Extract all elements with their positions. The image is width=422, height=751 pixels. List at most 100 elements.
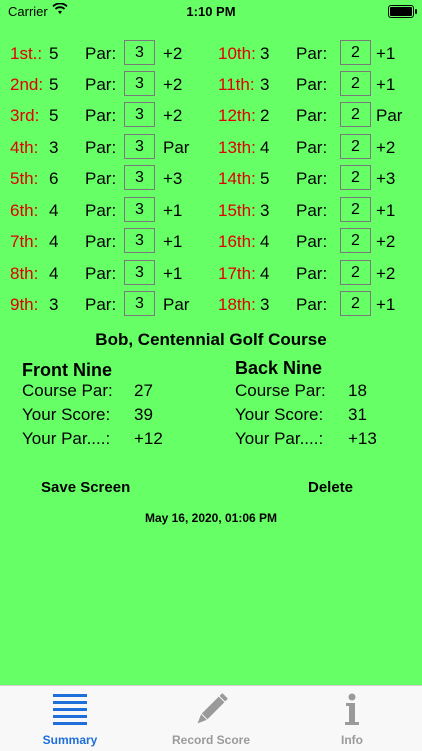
hole-par-label: Par: bbox=[85, 169, 117, 188]
back-par-value: +13 bbox=[348, 429, 377, 448]
hole-row: 1st.: 5 Par: 3 +2 bbox=[10, 40, 210, 66]
back-nine-summary: Back Nine Course Par: 18 Your Score: 31 … bbox=[235, 358, 415, 448]
back-score-label: Your Score: bbox=[235, 405, 324, 424]
hole-number: 12th: bbox=[218, 106, 256, 125]
hole-score: 5 bbox=[260, 169, 270, 188]
front-course-par-label: Course Par: bbox=[22, 381, 113, 400]
hole-score: 2 bbox=[260, 106, 270, 125]
hole-par-field[interactable]: 3 bbox=[124, 228, 155, 253]
hole-number: 7th: bbox=[10, 232, 39, 251]
hole-over-par: Par bbox=[376, 106, 403, 125]
hole-par-field[interactable]: 2 bbox=[340, 165, 371, 190]
hole-number: 17th: bbox=[218, 264, 256, 283]
hole-par-label: Par: bbox=[85, 44, 117, 63]
hole-par-label: Par: bbox=[296, 44, 328, 63]
battery-icon bbox=[388, 5, 417, 18]
back-course-par-label: Course Par: bbox=[235, 381, 326, 400]
back-course-par-value: 18 bbox=[348, 381, 367, 400]
back-score-value: 31 bbox=[348, 405, 367, 424]
tab-info[interactable]: Info bbox=[282, 686, 422, 751]
hole-par-field[interactable]: 2 bbox=[340, 228, 371, 253]
hole-par-field[interactable]: 2 bbox=[340, 40, 371, 65]
hole-par-field[interactable]: 2 bbox=[340, 260, 371, 285]
hole-par-field[interactable]: 3 bbox=[124, 165, 155, 190]
hole-over-par: +2 bbox=[376, 264, 396, 283]
hole-par-field[interactable]: 2 bbox=[340, 134, 371, 159]
hole-par-field[interactable]: 2 bbox=[340, 102, 371, 127]
hole-par-label: Par: bbox=[296, 264, 328, 283]
hole-score: 3 bbox=[260, 44, 270, 63]
hole-over-par: Par bbox=[163, 138, 190, 157]
hole-over-par: +3 bbox=[163, 169, 183, 188]
hole-row: 15th: 3 Par: 2 +1 bbox=[218, 197, 418, 223]
hole-number: 10th: bbox=[218, 44, 256, 63]
hole-score: 3 bbox=[260, 295, 270, 314]
timestamp: May 16, 2020, 01:06 PM bbox=[144, 511, 278, 525]
hole-par-label: Par: bbox=[296, 75, 328, 94]
hole-over-par: Par bbox=[163, 295, 190, 314]
hole-number: 8th: bbox=[10, 264, 39, 283]
hole-score: 4 bbox=[260, 138, 270, 157]
hole-score: 4 bbox=[49, 264, 59, 283]
pencil-icon bbox=[197, 693, 228, 724]
front-par-label: Your Par....: bbox=[22, 429, 111, 448]
tab-record-score-label: Record Score bbox=[171, 733, 251, 747]
front-score-value: 39 bbox=[134, 405, 153, 424]
hole-over-par: +2 bbox=[376, 232, 396, 251]
front-score-label: Your Score: bbox=[22, 405, 111, 424]
front-nine-heading: Front Nine bbox=[22, 360, 112, 380]
hole-par-field[interactable]: 2 bbox=[340, 71, 371, 96]
hole-number: 15th: bbox=[218, 201, 256, 220]
hole-score: 3 bbox=[49, 295, 59, 314]
hole-par-label: Par: bbox=[85, 138, 117, 157]
delete-button[interactable]: Delete bbox=[308, 479, 353, 496]
hole-par-field[interactable]: 3 bbox=[124, 40, 155, 65]
hole-par-field[interactable]: 2 bbox=[340, 197, 371, 222]
status-time: 1:10 PM bbox=[186, 4, 236, 19]
hole-score: 5 bbox=[49, 44, 59, 63]
front-course-par-value: 27 bbox=[134, 381, 153, 400]
hole-par-label: Par: bbox=[296, 232, 328, 251]
hole-par-label: Par: bbox=[85, 295, 117, 314]
hole-score: 4 bbox=[49, 232, 59, 251]
tab-summary-label: Summary bbox=[42, 733, 98, 747]
hole-row: 3rd: 5 Par: 3 +2 bbox=[10, 102, 210, 128]
hole-par-field[interactable]: 3 bbox=[124, 71, 155, 96]
hole-row: 5th: 6 Par: 3 +3 bbox=[10, 165, 210, 191]
hole-number: 5th: bbox=[10, 169, 39, 188]
save-screen-button[interactable]: Save Screen bbox=[41, 479, 130, 496]
back-par-label: Your Par....: bbox=[235, 429, 324, 448]
back-nine-heading: Back Nine bbox=[235, 358, 323, 378]
hole-par-label: Par: bbox=[85, 232, 117, 251]
hole-row: 10th: 3 Par: 2 +1 bbox=[218, 40, 418, 66]
hole-score: 3 bbox=[260, 75, 270, 94]
hole-over-par: +2 bbox=[163, 106, 183, 125]
hole-par-field[interactable]: 3 bbox=[124, 291, 155, 316]
hole-par-field[interactable]: 3 bbox=[124, 102, 155, 127]
hole-row: 11th: 3 Par: 2 +1 bbox=[218, 71, 418, 97]
hole-par-field[interactable]: 3 bbox=[124, 134, 155, 159]
hole-par-field[interactable]: 3 bbox=[124, 197, 155, 222]
hole-score: 5 bbox=[49, 106, 59, 125]
hole-over-par: +2 bbox=[163, 75, 183, 94]
tab-bar: Summary Record Score Info bbox=[0, 685, 422, 751]
hole-number: 1st.: bbox=[10, 44, 43, 63]
hole-over-par: +1 bbox=[163, 232, 183, 251]
hole-score: 6 bbox=[49, 169, 59, 188]
tab-summary[interactable]: Summary bbox=[0, 686, 140, 751]
hole-par-field[interactable]: 3 bbox=[124, 260, 155, 285]
hole-par-label: Par: bbox=[296, 169, 328, 188]
hole-row: 6th: 4 Par: 3 +1 bbox=[10, 197, 210, 223]
hole-score: 3 bbox=[260, 201, 270, 220]
tab-record-score[interactable]: Record Score bbox=[141, 686, 281, 751]
info-icon bbox=[345, 693, 359, 725]
hole-row: 9th: 3 Par: 3 Par bbox=[10, 291, 210, 317]
hole-number: 14th: bbox=[218, 169, 256, 188]
hole-par-field[interactable]: 2 bbox=[340, 291, 371, 316]
hole-number: 2nd: bbox=[10, 75, 44, 94]
hole-over-par: +1 bbox=[163, 201, 183, 220]
hole-par-label: Par: bbox=[296, 201, 328, 220]
tab-info-label: Info bbox=[341, 733, 363, 747]
hole-par-label: Par: bbox=[296, 295, 328, 314]
hole-score: 4 bbox=[260, 232, 270, 251]
